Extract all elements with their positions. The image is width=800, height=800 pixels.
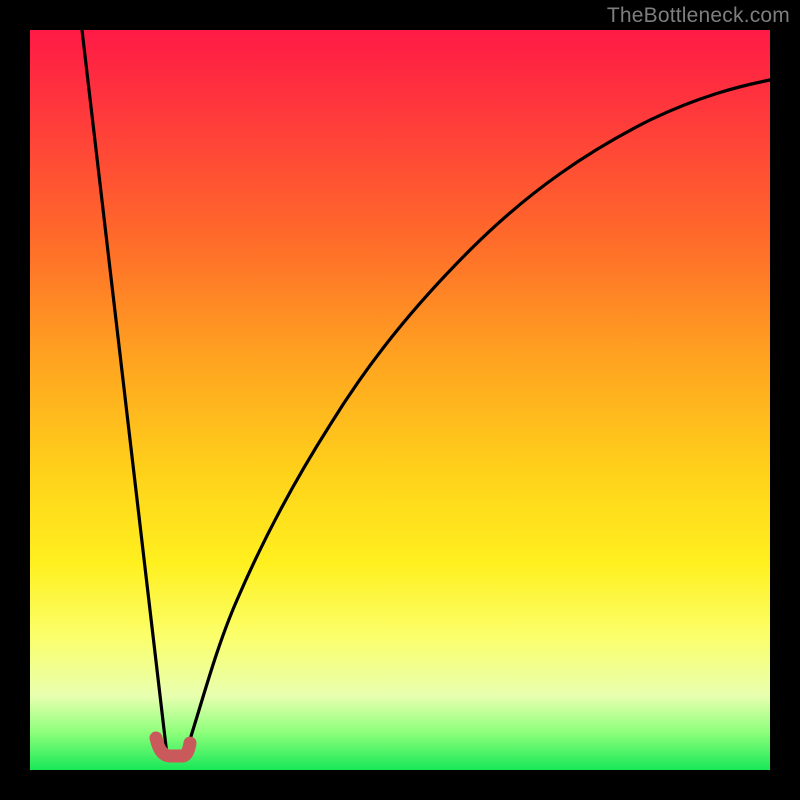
rising-curve xyxy=(185,80,770,755)
chart-frame: TheBottleneck.com xyxy=(0,0,800,800)
descending-line xyxy=(82,30,167,755)
valley-marker xyxy=(156,738,190,756)
plot-area xyxy=(30,30,770,770)
watermark-text: TheBottleneck.com xyxy=(607,4,790,28)
chart-svg xyxy=(30,30,770,770)
